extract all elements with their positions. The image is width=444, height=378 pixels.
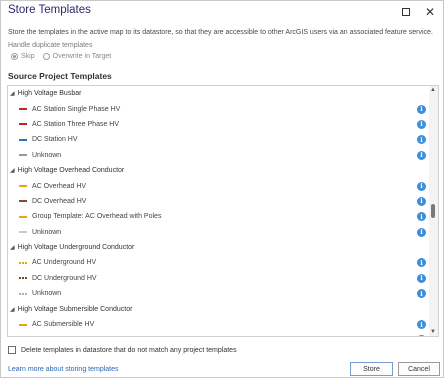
- info-icon[interactable]: i: [417, 119, 426, 129]
- template-group-row[interactable]: ◢ High Voltage Submersible Conductor: [8, 301, 430, 316]
- info-icon[interactable]: i: [417, 289, 426, 299]
- title-bar: Store Templates ✕: [1, 1, 443, 23]
- line-symbol-icon: [19, 200, 27, 203]
- skip-radio-label: Skip: [21, 53, 35, 60]
- caret-down-icon[interactable]: ◢: [10, 306, 15, 313]
- template-item-label: AC Overhead HV: [32, 182, 87, 190]
- template-item-label: AC Submersible HV: [32, 321, 95, 329]
- delete-unmatched-option[interactable]: Delete templates in datastore that do no…: [8, 346, 237, 354]
- info-icon[interactable]: i: [417, 196, 426, 206]
- template-item-label: AC Station Single Phase HV: [32, 105, 121, 113]
- template-item-row[interactable]: DC Underground HV i: [8, 271, 430, 286]
- template-item-label: Unknown: [32, 228, 62, 236]
- line-symbol-icon: [19, 154, 27, 157]
- scroll-down-icon[interactable]: ▼: [430, 329, 436, 335]
- line-symbol-icon: [19, 108, 27, 111]
- template-group-row[interactable]: ◢ High Voltage Underground Conductor: [8, 240, 430, 255]
- template-group-label: High Voltage Overhead Conductor: [17, 167, 125, 175]
- overwrite-radio-indicator: [42, 53, 50, 60]
- template-item-row[interactable]: Unknown i: [8, 225, 430, 240]
- maximize-icon: [402, 8, 410, 16]
- scrollbar-thumb[interactable]: [431, 204, 435, 218]
- caret-down-icon[interactable]: ◢: [10, 244, 15, 251]
- overwrite-radio[interactable]: Overwrite in Target: [42, 53, 112, 60]
- skip-radio-indicator: [11, 53, 18, 60]
- info-icon[interactable]: i: [417, 150, 426, 160]
- template-item-row[interactable]: Unknown i: [8, 286, 430, 301]
- caret-down-icon[interactable]: ◢: [10, 90, 15, 97]
- template-item-row[interactable]: Unknown i: [8, 148, 430, 163]
- line-symbol-icon: [19, 185, 27, 188]
- template-group-label: High Voltage Submersible Conductor: [17, 305, 133, 313]
- scroll-up-icon[interactable]: ▲: [430, 87, 436, 93]
- duplicate-options: Skip Overwrite in Target: [11, 53, 111, 60]
- info-icon[interactable]: i: [417, 335, 426, 336]
- handle-duplicates-label: Handle duplicate templates: [8, 42, 93, 49]
- info-icon[interactable]: i: [417, 320, 426, 330]
- dialog-description: Store the templates in the active map to…: [8, 29, 433, 36]
- template-item-row[interactable]: DC Submersible HV i: [8, 332, 430, 337]
- skip-radio[interactable]: Skip: [11, 53, 35, 60]
- info-icon[interactable]: i: [417, 104, 426, 114]
- template-item-label: Unknown: [32, 290, 62, 298]
- info-icon[interactable]: i: [417, 258, 426, 268]
- template-item-row[interactable]: AC Underground HV i: [8, 255, 430, 270]
- templates-list[interactable]: ◢ High Voltage Busbar AC Station Single Ph…: [7, 85, 439, 337]
- delete-unmatched-label: Delete templates in datastore that do no…: [21, 346, 237, 354]
- store-templates-dialog: Store Templates ✕ Store the templates in…: [0, 0, 444, 378]
- template-item-row[interactable]: DC Station HV i: [8, 132, 430, 147]
- info-icon[interactable]: i: [417, 181, 426, 191]
- templates-scrollbar[interactable]: ▲ ▼: [429, 86, 438, 336]
- template-group-label: High Voltage Busbar: [17, 90, 82, 98]
- cancel-button[interactable]: Cancel: [398, 362, 440, 376]
- line-symbol-icon: [19, 231, 27, 234]
- template-group-row[interactable]: ◢ High Voltage Overhead Conductor: [8, 163, 430, 178]
- template-item-row[interactable]: Group Template: AC Overhead with Poles i: [8, 209, 430, 224]
- close-icon: ✕: [424, 5, 436, 19]
- delete-unmatched-checkbox[interactable]: [8, 346, 16, 354]
- line-symbol-icon: [19, 215, 27, 218]
- line-symbol-icon: [19, 138, 27, 141]
- caret-down-icon[interactable]: ◢: [10, 167, 15, 174]
- source-templates-heading: Source Project Templates: [8, 71, 112, 81]
- info-icon[interactable]: i: [417, 227, 426, 237]
- template-item-label: AC Underground HV: [32, 259, 97, 267]
- template-item-row[interactable]: AC Overhead HV i: [8, 178, 430, 193]
- template-item-label: DC Overhead HV: [32, 197, 87, 205]
- line-symbol-icon: [19, 123, 27, 126]
- maximize-button[interactable]: [395, 2, 417, 22]
- template-item-row[interactable]: DC Overhead HV i: [8, 194, 430, 209]
- line-symbol-icon: [19, 261, 27, 264]
- template-item-label: DC Station HV: [32, 136, 78, 144]
- template-item-row[interactable]: AC Station Single Phase HV i: [8, 101, 430, 116]
- close-button[interactable]: ✕: [419, 2, 441, 22]
- store-button[interactable]: Store: [350, 362, 393, 376]
- dialog-title: Store Templates: [8, 4, 91, 16]
- learn-more-link[interactable]: Learn more about storing templates: [8, 366, 119, 373]
- line-symbol-icon: [19, 292, 27, 295]
- template-item-label: Unknown: [32, 151, 62, 159]
- template-item-label: DC Underground HV: [32, 274, 97, 282]
- info-icon[interactable]: i: [417, 212, 426, 222]
- info-icon[interactable]: i: [417, 273, 426, 283]
- template-group-row[interactable]: ◢ High Voltage Busbar: [8, 86, 430, 101]
- info-icon[interactable]: i: [417, 135, 426, 145]
- line-symbol-icon: [19, 277, 27, 280]
- templates-rows: ◢ High Voltage Busbar AC Station Single Ph…: [8, 86, 430, 337]
- overwrite-radio-label: Overwrite in Target: [52, 53, 112, 60]
- line-symbol-icon: [19, 323, 27, 326]
- template-item-label: AC Station Three Phase HV: [32, 120, 120, 128]
- template-item-row[interactable]: AC Submersible HV i: [8, 317, 430, 332]
- template-item-label: DC Submersible HV: [32, 336, 95, 337]
- template-item-label: Group Template: AC Overhead with Poles: [32, 213, 162, 221]
- template-group-label: High Voltage Underground Conductor: [17, 244, 135, 252]
- template-item-row[interactable]: AC Station Three Phase HV i: [8, 117, 430, 132]
